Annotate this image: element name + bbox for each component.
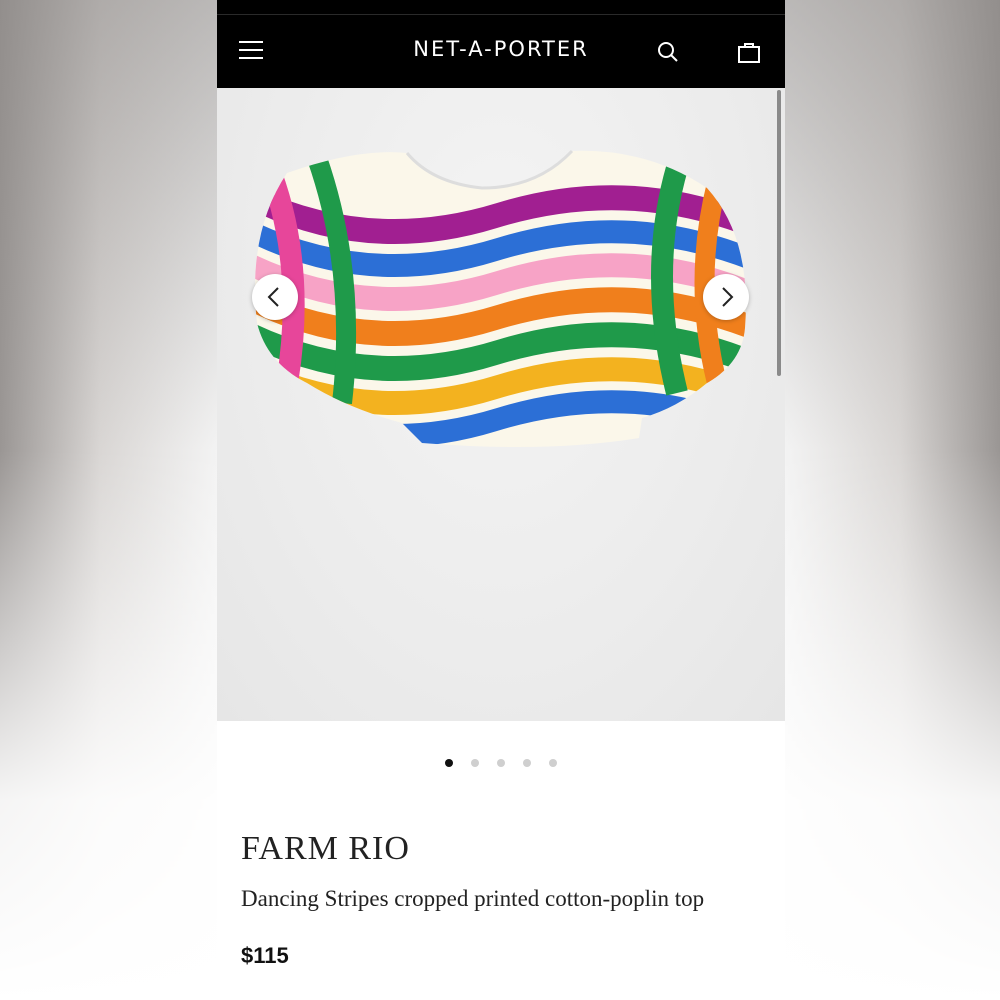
carousel-dot-5[interactable] xyxy=(549,759,557,767)
chevron-left-icon xyxy=(267,287,279,307)
site-header: NET-A-PORTER xyxy=(217,14,785,89)
carousel-pagination xyxy=(217,759,785,767)
carousel-dot-3[interactable] xyxy=(497,759,505,767)
next-image-button[interactable] xyxy=(703,274,749,320)
carousel-dot-1[interactable] xyxy=(445,759,453,767)
site-logo[interactable]: NET-A-PORTER xyxy=(217,37,785,61)
carousel-dot-4[interactable] xyxy=(523,759,531,767)
product-title: Dancing Stripes cropped printed cotton-p… xyxy=(241,886,705,911)
product-brand[interactable]: FARM RIO xyxy=(241,830,410,868)
previous-image-button[interactable] xyxy=(252,274,298,320)
shopping-bag-icon[interactable] xyxy=(737,40,761,64)
carousel-dot-2[interactable] xyxy=(471,759,479,767)
status-bar xyxy=(217,0,785,14)
product-image xyxy=(255,149,746,447)
product-price: $115 xyxy=(241,943,289,968)
product-image-carousel[interactable] xyxy=(217,88,785,721)
product-page: NET-A-PORTER FARM RIO Dancing Stripes cr… xyxy=(217,0,785,1000)
search-icon[interactable] xyxy=(657,41,679,63)
chevron-right-icon xyxy=(722,287,734,307)
page-scrollbar[interactable] xyxy=(777,90,781,376)
